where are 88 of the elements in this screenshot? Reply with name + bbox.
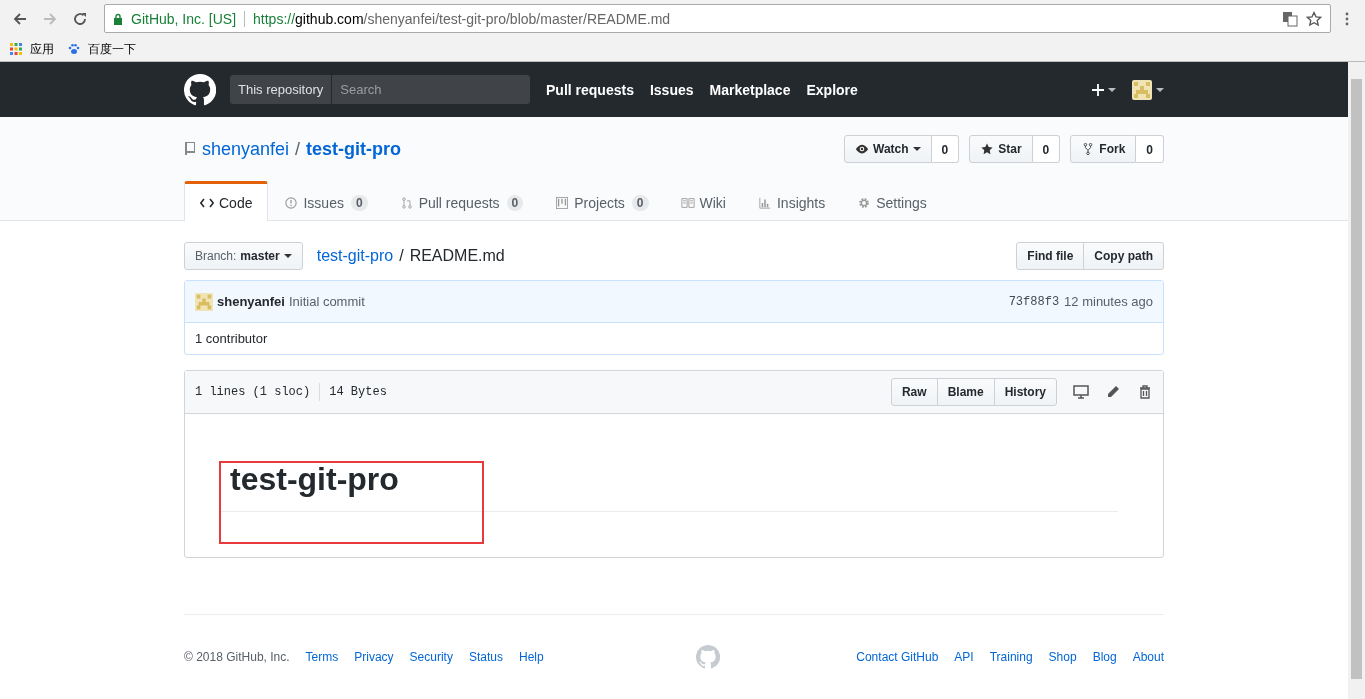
- bookmark-item[interactable]: 应用: [10, 40, 54, 58]
- translate-icon[interactable]: [1282, 10, 1298, 27]
- commit-author-link[interactable]: shenyanfei: [217, 294, 285, 309]
- footer-link[interactable]: Terms: [305, 650, 339, 664]
- footer-link[interactable]: Privacy: [354, 650, 394, 664]
- star-icon[interactable]: [1306, 10, 1322, 27]
- tab-counter: 0: [506, 194, 524, 211]
- repo-tab[interactable]: Settings: [841, 182, 943, 220]
- path-separator: /: [295, 138, 301, 160]
- code-icon: [200, 196, 214, 209]
- commit-sha-link[interactable]: 73f88f3: [1008, 294, 1060, 309]
- apps-grid-icon: [10, 43, 22, 55]
- avatar-icon: [1132, 79, 1152, 100]
- repo-tab[interactable]: Pull requests 0: [383, 182, 540, 220]
- github-logo-icon[interactable]: [184, 73, 216, 106]
- repo-name-link[interactable]: test-git-pro: [306, 138, 402, 160]
- header-nav-link[interactable]: Pull requests: [546, 81, 634, 98]
- caret-icon: [912, 147, 921, 151]
- copyright-text: © 2018 GitHub, Inc.: [184, 650, 290, 664]
- tab-counter: 0: [350, 194, 368, 211]
- project-board-icon: [555, 196, 570, 209]
- repo-tab[interactable]: Issues 0: [268, 182, 384, 220]
- pull-request-icon: [399, 196, 414, 209]
- lock-icon: [113, 12, 123, 25]
- file-action-button[interactable]: History: [993, 378, 1057, 406]
- file-action-button[interactable]: Raw: [890, 378, 938, 406]
- star-button[interactable]: Star: [969, 135, 1033, 163]
- footer-link[interactable]: Help: [518, 650, 544, 664]
- caret-icon: [283, 254, 292, 258]
- repo-tab[interactable]: Code: [184, 181, 269, 221]
- readme-heading: test-git-pro: [230, 460, 399, 499]
- social-count[interactable]: 0: [1136, 135, 1164, 163]
- url-text: https://github.com/shenyanfei/test-git-pro/blob/master/README.md: [253, 10, 671, 27]
- book-icon: [680, 196, 695, 209]
- owner-link[interactable]: shenyanfei: [202, 138, 290, 160]
- footer-link[interactable]: API: [954, 650, 974, 664]
- bookmark-item[interactable]: 百度一下: [68, 40, 136, 58]
- fork-button[interactable]: Fork: [1070, 135, 1137, 163]
- file-name: README.md: [409, 247, 505, 265]
- header-nav-link[interactable]: Issues: [649, 81, 694, 98]
- site-identity: GitHub, Inc. [US]: [131, 10, 237, 27]
- path-separator: /: [399, 247, 404, 265]
- contributors-count: 1 contributor: [195, 331, 268, 346]
- footer-link[interactable]: Blog: [1092, 650, 1117, 664]
- trash-icon[interactable]: [1137, 385, 1153, 399]
- repo-tab[interactable]: Wiki: [664, 182, 742, 220]
- footer-link[interactable]: Status: [468, 650, 503, 664]
- repo-icon: [184, 141, 196, 157]
- commit-time: 12 minutes ago: [1064, 294, 1153, 309]
- create-menu[interactable]: [1092, 83, 1116, 96]
- search-field[interactable]: Search: [332, 75, 530, 104]
- social-count[interactable]: 0: [931, 135, 960, 163]
- pencil-icon[interactable]: [1105, 385, 1121, 399]
- scrollbar[interactable]: [1348, 62, 1365, 699]
- footer-link[interactable]: About: [1132, 650, 1164, 664]
- repo-tab[interactable]: Insights: [741, 182, 842, 220]
- settings-icon: [857, 196, 872, 209]
- footer-link[interactable]: Contact GitHub: [856, 650, 939, 664]
- caret-icon: [1156, 87, 1164, 92]
- scope-label: This repository: [230, 75, 333, 104]
- file-action-button[interactable]: Blame: [936, 378, 995, 406]
- issue-icon: [284, 196, 299, 209]
- user-menu[interactable]: [1132, 79, 1164, 100]
- footer-link[interactable]: Security: [409, 650, 453, 664]
- branch-select-button[interactable]: Branch: master: [184, 242, 303, 270]
- repo-tab[interactable]: Projects 0: [539, 182, 665, 220]
- eye-icon: [855, 143, 869, 155]
- commit-message-link[interactable]: Initial commit: [288, 294, 365, 309]
- avatar-icon: [195, 292, 213, 311]
- tab-counter: 0: [631, 194, 649, 211]
- plus-icon: [1092, 83, 1104, 96]
- file-size: 14 Bytes: [329, 385, 387, 399]
- footer-link[interactable]: Training: [989, 650, 1033, 664]
- file-nav-button[interactable]: Find file: [1016, 242, 1085, 270]
- line-count: 1 lines (1 sloc): [195, 385, 311, 399]
- header-nav-link[interactable]: Marketplace: [709, 81, 791, 98]
- repo-root-link[interactable]: test-git-pro: [316, 247, 394, 265]
- star-icon: [980, 143, 995, 155]
- social-count[interactable]: 0: [1032, 135, 1061, 163]
- caret-icon: [1108, 87, 1116, 92]
- paw-icon: [68, 43, 80, 55]
- watch-button[interactable]: Watch: [844, 135, 932, 163]
- footer-link[interactable]: Shop: [1048, 650, 1077, 664]
- desktop-icon[interactable]: [1073, 385, 1089, 399]
- header-nav-link[interactable]: Explore: [806, 81, 858, 98]
- file-nav-button[interactable]: Copy path: [1083, 242, 1164, 270]
- bar-graph-icon: [757, 196, 772, 209]
- address-bar[interactable]: GitHub, Inc. [US] https://github.com/shenyanfei/test-git-pro/blob/master/README.md: [104, 4, 1331, 33]
